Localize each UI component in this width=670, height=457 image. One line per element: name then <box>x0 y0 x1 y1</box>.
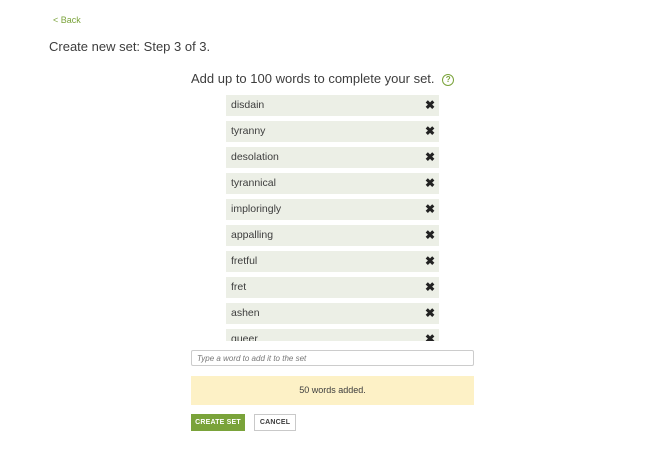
remove-word-icon[interactable]: ✖ <box>425 306 435 320</box>
word-list-item: ashen ✖ <box>226 303 439 324</box>
remove-word-icon[interactable]: ✖ <box>425 332 435 341</box>
word-text: fret <box>231 281 247 293</box>
word-text: ashen <box>231 307 260 319</box>
cancel-button[interactable]: CANCEL <box>254 414 296 431</box>
remove-word-icon[interactable]: ✖ <box>425 228 435 242</box>
word-text: tyrannical <box>231 177 276 189</box>
page-title: Create new set: Step 3 of 3. <box>49 39 211 54</box>
word-text: appalling <box>231 229 274 241</box>
word-text: tyranny <box>231 125 266 137</box>
status-message: 50 words added. <box>191 376 474 405</box>
remove-word-icon[interactable]: ✖ <box>425 280 435 294</box>
word-text: fretful <box>231 255 258 267</box>
word-list-item: tyrannical ✖ <box>226 173 439 194</box>
instructions: Add up to 100 words to complete your set… <box>191 71 455 86</box>
remove-word-icon[interactable]: ✖ <box>425 202 435 216</box>
word-list-item: tyranny ✖ <box>226 121 439 142</box>
word-list-item: disdain ✖ <box>226 95 439 116</box>
remove-word-icon[interactable]: ✖ <box>425 124 435 138</box>
word-list[interactable]: disdain ✖ tyranny ✖ desolation ✖ tyrannical ✖ im… <box>226 95 439 341</box>
word-list-item: fret ✖ <box>226 277 439 298</box>
remove-word-icon[interactable]: ✖ <box>425 150 435 164</box>
remove-word-icon[interactable]: ✖ <box>425 98 435 112</box>
word-list-item: queer ✖ <box>226 329 439 341</box>
word-text: disdain <box>231 99 265 111</box>
word-text: queer <box>231 333 258 341</box>
back-link[interactable]: < Back <box>53 15 81 25</box>
word-list-item: fretful ✖ <box>226 251 439 272</box>
word-input[interactable] <box>191 350 474 366</box>
instructions-text: Add up to 100 words to complete your set… <box>191 71 435 86</box>
word-text: desolation <box>231 151 279 163</box>
word-list-item: appalling ✖ <box>226 225 439 246</box>
help-icon[interactable]: ? <box>442 74 455 86</box>
create-set-button[interactable]: CREATE SET <box>191 414 245 431</box>
word-list-item: desolation ✖ <box>226 147 439 168</box>
remove-word-icon[interactable]: ✖ <box>425 254 435 268</box>
remove-word-icon[interactable]: ✖ <box>425 176 435 190</box>
word-text: imploringly <box>231 203 282 215</box>
word-list-item: imploringly ✖ <box>226 199 439 220</box>
